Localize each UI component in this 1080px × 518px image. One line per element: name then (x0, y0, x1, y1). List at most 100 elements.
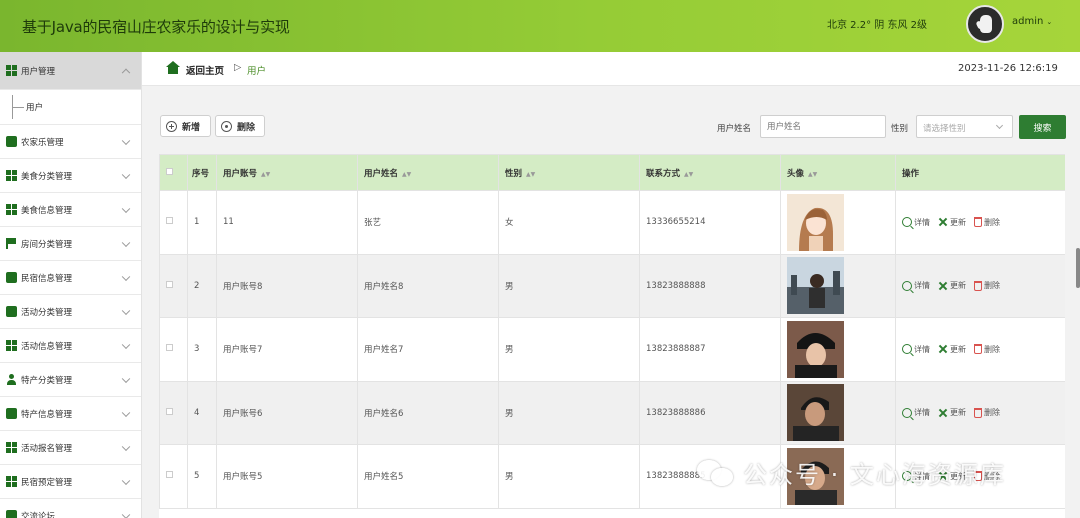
weather-info: 北京 2.2° 阴 东风 2级 (827, 20, 927, 31)
select-all-checkbox[interactable] (166, 167, 173, 175)
avatar-image[interactable] (787, 193, 844, 251)
detail-action[interactable]: 详情 (902, 344, 930, 355)
grid-icon (6, 442, 17, 453)
cell-sex: 男 (498, 444, 640, 509)
delete-label: 删除 (984, 217, 1000, 227)
delete-action[interactable]: 删除 (974, 344, 1000, 355)
row-select-cell[interactable] (159, 380, 188, 445)
sidebar-item-activity-signup[interactable]: 活动报名管理 (0, 431, 141, 465)
sidebar-item-specialty-info[interactable]: 特产信息管理 (0, 397, 141, 431)
delete-action[interactable]: 删除 (974, 280, 1000, 291)
cell-no: 5 (187, 444, 217, 509)
row-checkbox[interactable] (166, 344, 173, 352)
sidebar-subitem-user[interactable]: 用户 (0, 90, 141, 125)
sidebar-item-forum[interactable]: 交流论坛 (0, 499, 141, 518)
avatar-image[interactable] (787, 257, 844, 315)
sidebar-item-label: 活动报名管理 (21, 443, 73, 454)
row-checkbox[interactable] (166, 280, 173, 288)
watermark-text: 公众号 · 文心海资源库 (743, 461, 1006, 489)
sidebar-item-activity-category[interactable]: 活动分类管理 (0, 295, 141, 329)
sidebar-item-specialty-category[interactable]: 特产分类管理 (0, 363, 141, 397)
detail-label: 详情 (914, 408, 930, 418)
user-avatar[interactable] (966, 5, 1004, 43)
breadcrumb-home-link[interactable]: 返回主页 (186, 63, 224, 77)
user-menu[interactable]: admin ⌄ (1012, 16, 1052, 27)
update-label: 更新 (950, 217, 966, 227)
cell-phone: 13336655214 (639, 190, 781, 255)
sex-select[interactable]: 请选择性别 (916, 115, 1013, 138)
update-action[interactable]: 更新 (938, 217, 966, 228)
col-header-label: 联系方式 (646, 168, 681, 179)
search-button[interactable]: 搜索 (1019, 115, 1066, 139)
detail-action[interactable]: 详情 (902, 217, 930, 228)
square-icon (6, 510, 17, 518)
sort-icon[interactable]: ▲▼ (684, 171, 693, 178)
row-checkbox[interactable] (166, 217, 173, 225)
sort-icon[interactable]: ▲▼ (402, 171, 411, 178)
sort-icon[interactable]: ▲▼ (261, 171, 270, 178)
update-action[interactable]: 更新 (938, 280, 966, 291)
col-header-avatar[interactable]: 头像 ▲▼ (780, 154, 896, 191)
sex-filter-label: 性别 (891, 124, 909, 134)
sidebar-item-label: 用户管理 (21, 66, 56, 77)
page-scrollbar[interactable] (1076, 248, 1080, 288)
detail-action[interactable]: 详情 (902, 280, 930, 291)
row-checkbox[interactable] (166, 407, 173, 415)
hand-icon (980, 15, 992, 33)
sidebar-item-homestay-booking[interactable]: 民宿预定管理 (0, 465, 141, 499)
detail-label: 详情 (914, 281, 930, 291)
sidebar-item-label: 交流论坛 (21, 511, 56, 518)
avatar-image[interactable] (787, 320, 844, 378)
sidebar-item-food-category[interactable]: 美食分类管理 (0, 159, 141, 193)
sidebar-item-activity-info[interactable]: 活动信息管理 (0, 329, 141, 363)
delete-label: 删除 (984, 344, 1000, 354)
chevron-down-icon (995, 121, 1004, 130)
chevron-down-icon (121, 510, 131, 518)
home-icon[interactable] (166, 61, 180, 74)
table-header-row: 序号 用户账号 ▲▼ 用户姓名 ▲▼ 性别 ▲▼ 联系方式 ▲▼ 头像 ▲▼ 操作 (159, 154, 1065, 191)
add-button[interactable]: 新增 (160, 115, 211, 137)
square-icon (6, 408, 17, 419)
row-select-cell[interactable] (159, 444, 188, 509)
row-checkbox[interactable] (166, 471, 173, 479)
col-header-label: 用户姓名 (364, 168, 399, 179)
sort-icon[interactable]: ▲▼ (808, 171, 817, 178)
sidebar-item-homestay-info[interactable]: 民宿信息管理 (0, 261, 141, 295)
table-row: 3 用户账号7 用户姓名7 男 13823888887 详情 更新 删除 (159, 317, 1065, 382)
select-all-cell[interactable] (159, 154, 188, 191)
wrench-icon (938, 217, 948, 227)
chevron-down-icon (121, 306, 131, 315)
row-select-cell[interactable] (159, 317, 188, 382)
row-select-cell[interactable] (159, 253, 188, 318)
update-action[interactable]: 更新 (938, 344, 966, 355)
sidebar-subitem-label: 用户 (26, 103, 44, 113)
sidebar-item-room-category[interactable]: 房间分类管理 (0, 227, 141, 261)
chevron-down-icon (121, 408, 131, 417)
avatar-image[interactable] (787, 384, 844, 442)
col-header-account[interactable]: 用户账号 ▲▼ (216, 154, 358, 191)
trash-icon (974, 280, 982, 291)
name-search-input[interactable] (760, 115, 886, 138)
update-action[interactable]: 更新 (938, 407, 966, 418)
magnifier-icon (902, 217, 912, 228)
row-select-cell[interactable] (159, 190, 188, 255)
delete-action[interactable]: 删除 (974, 217, 1000, 228)
col-header-name[interactable]: 用户姓名 ▲▼ (357, 154, 499, 191)
sort-icon[interactable]: ▲▼ (526, 171, 535, 178)
sidebar-item-food-info[interactable]: 美食信息管理 (0, 193, 141, 227)
col-header-phone[interactable]: 联系方式 ▲▼ (639, 154, 781, 191)
cell-avatar (780, 380, 896, 445)
cell-account: 用户账号5 (216, 444, 358, 509)
sidebar-item-label: 活动信息管理 (21, 341, 73, 352)
chevron-down-icon (121, 170, 131, 179)
chevron-down-icon (121, 238, 131, 247)
table-row: 1 11 张艺 女 13336655214 详情 更新 删除 (159, 190, 1065, 255)
table-row: 4 用户账号6 用户姓名6 男 13823888886 详情 更新 删除 (159, 380, 1065, 445)
delete-action[interactable]: 删除 (974, 407, 1000, 418)
batch-delete-button[interactable]: 删除 (215, 115, 265, 137)
col-header-sex[interactable]: 性别 ▲▼ (498, 154, 640, 191)
sidebar-item-user-management[interactable]: 用户管理 (0, 52, 141, 90)
sidebar-item-farmhouse[interactable]: 农家乐管理 (0, 125, 141, 159)
detail-action[interactable]: 详情 (902, 407, 930, 418)
chevron-up-icon (121, 68, 131, 77)
